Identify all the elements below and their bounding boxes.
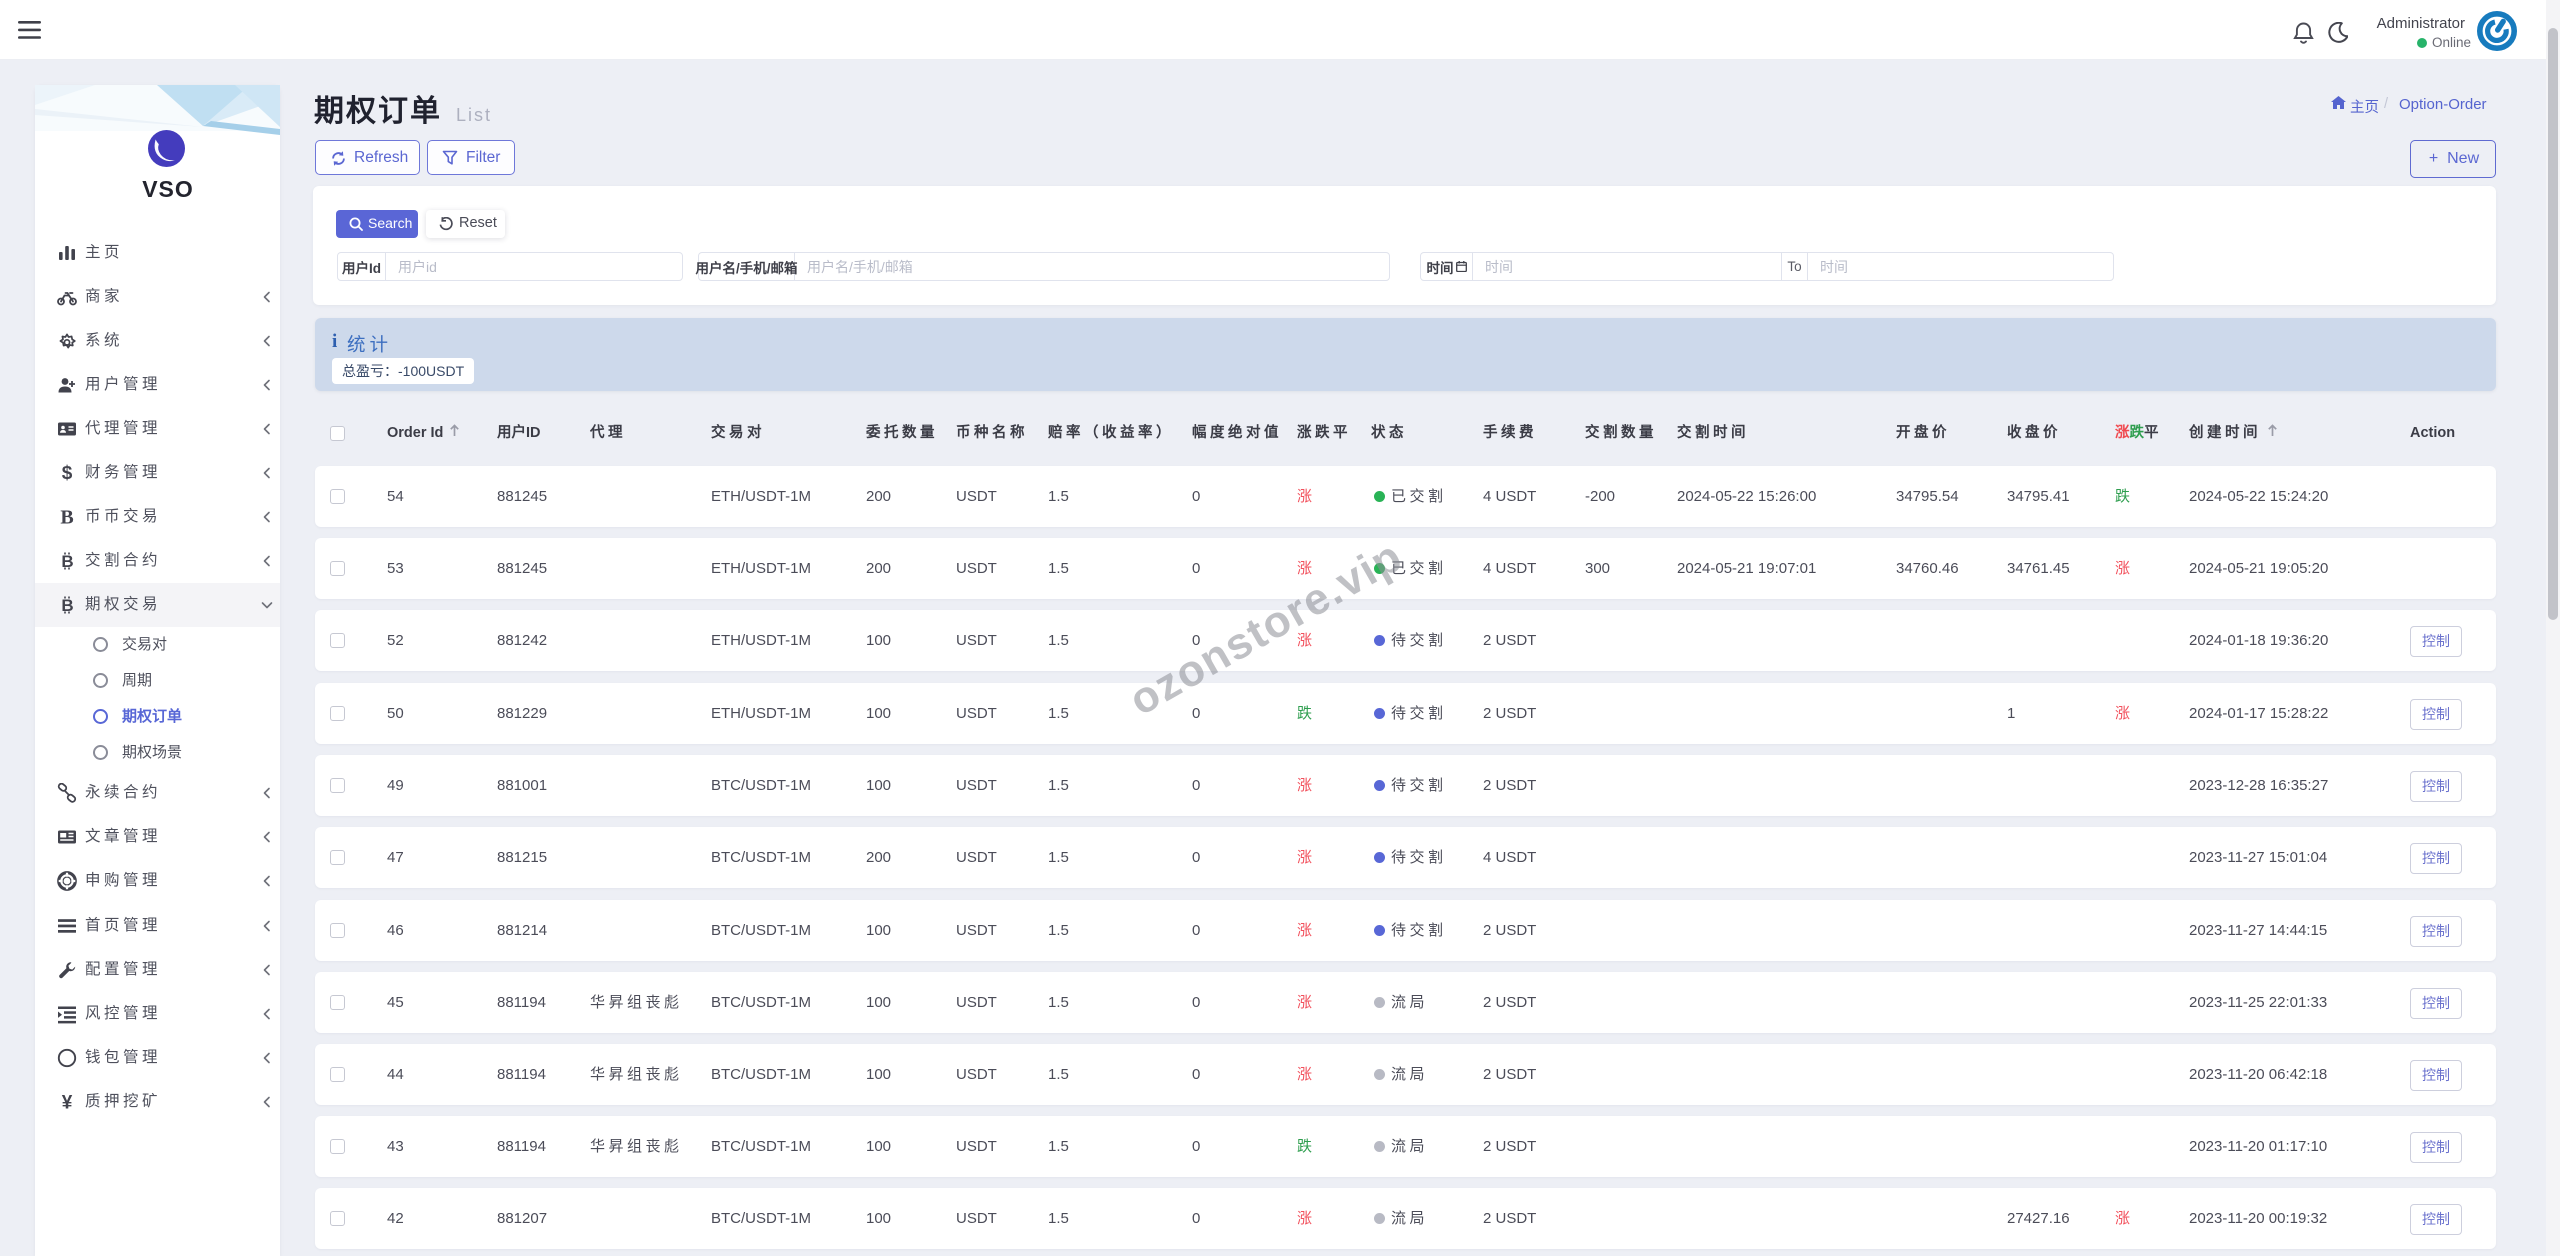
svg-text:$: $	[62, 463, 73, 483]
svg-text:B: B	[60, 507, 73, 527]
svg-text:B: B	[61, 596, 73, 615]
svg-text:B: B	[61, 552, 73, 571]
svg-text:¥: ¥	[62, 1093, 73, 1113]
